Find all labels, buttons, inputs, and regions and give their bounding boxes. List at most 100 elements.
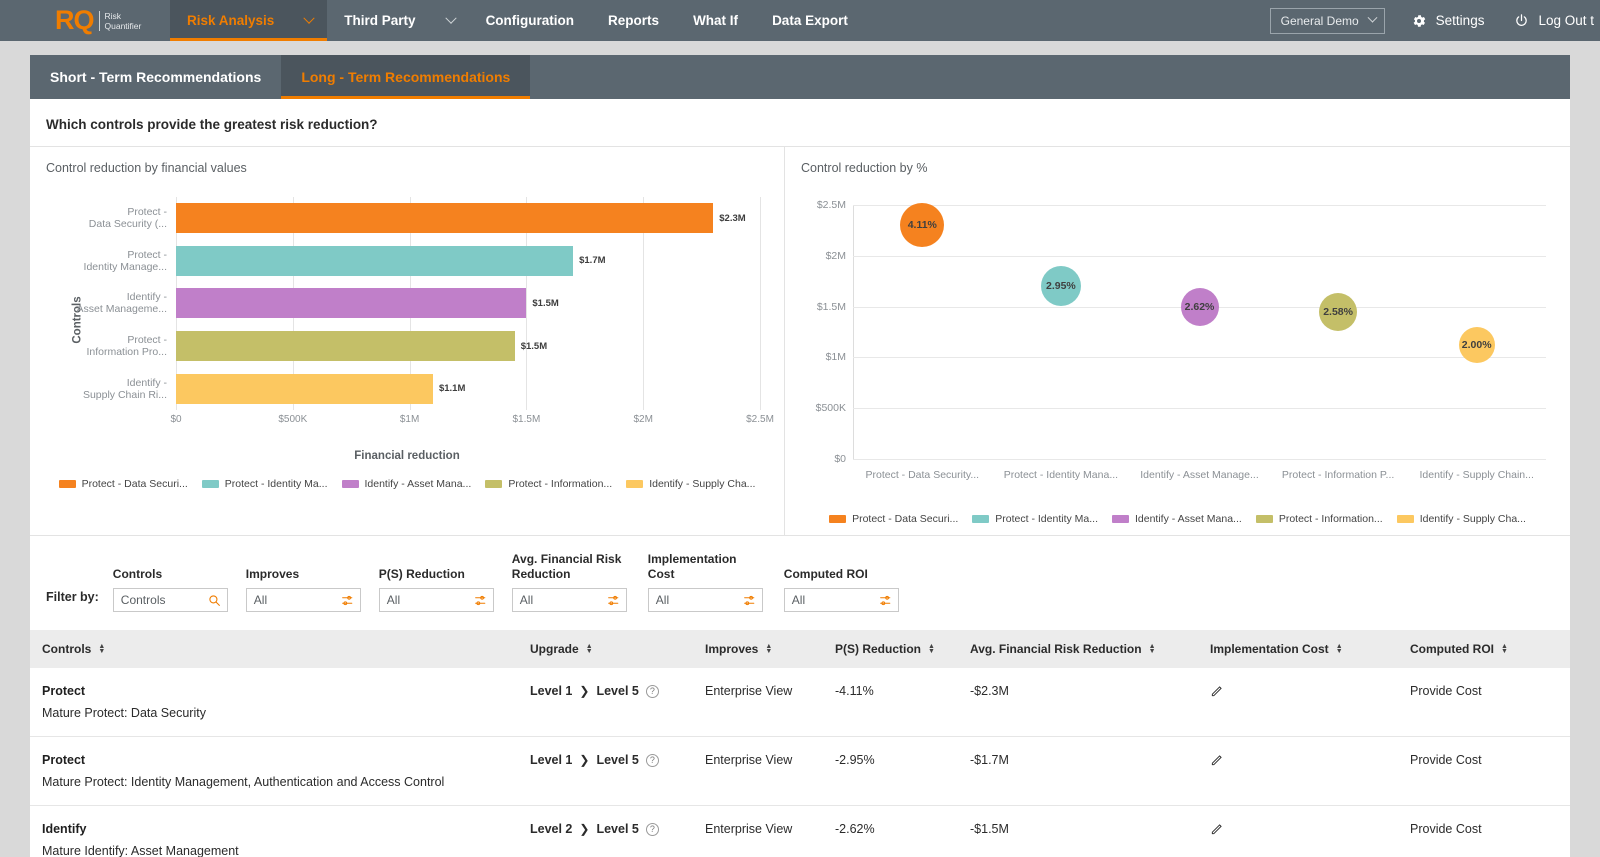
logout-button[interactable]: Log Out t <box>1514 13 1594 28</box>
tab-short-term-recommendations[interactable]: Short - Term Recommendations <box>30 55 281 99</box>
bubble-point[interactable]: 4.11% <box>900 203 945 248</box>
x-axis-category-label: Protect - Data Security... <box>865 469 980 481</box>
filter-input-p-s-reduction[interactable]: All <box>378 588 494 612</box>
filter-value: All <box>519 593 534 607</box>
help-info-icon[interactable]: ? <box>645 822 659 836</box>
bar[interactable] <box>176 373 433 404</box>
edit-pencil-icon[interactable] <box>1210 684 1224 698</box>
bar[interactable] <box>176 203 714 234</box>
bar[interactable] <box>176 331 515 362</box>
nav-item-what-if[interactable]: What If <box>676 0 755 41</box>
table-header-avg-financial-risk-reduction[interactable]: Avg. Financial Risk Reduction ▲ ▼ <box>970 630 1210 668</box>
filter-value: All <box>655 593 670 607</box>
legend-item[interactable]: Protect - Data Securi... <box>829 513 958 525</box>
table-header-implementation-cost[interactable]: Implementation Cost ▲ ▼ <box>1210 630 1410 668</box>
filter-input-computed-roi[interactable]: All <box>783 588 899 612</box>
filter-label: Computed ROI <box>783 567 868 581</box>
filter-sliders-icon <box>474 595 486 605</box>
sort-icon[interactable]: ▲ ▼ <box>1149 643 1156 655</box>
nav-item-data-export[interactable]: Data Export <box>755 0 865 41</box>
bubble-point[interactable]: 2.58% <box>1319 292 1358 331</box>
filter-controls: Controls Controls Improves All P(S) Reductio… <box>112 552 917 612</box>
improves-value: Enterprise View <box>705 684 793 698</box>
nav-dropdown-toggle-1[interactable] <box>433 0 469 41</box>
legend-label: Identify - Supply Cha... <box>649 478 756 490</box>
table-header-improves[interactable]: Improves ▲ ▼ <box>705 630 835 668</box>
tab-long-term-recommendations[interactable]: Long - Term Recommendations <box>281 55 531 99</box>
cell-implementation-cost[interactable] <box>1210 736 1410 806</box>
legend-swatch <box>485 480 503 488</box>
sort-icon[interactable]: ▲ ▼ <box>928 643 935 655</box>
upgrade-to: Level 5 <box>596 684 639 698</box>
cell-improves: Enterprise View <box>705 805 835 857</box>
settings-button[interactable]: Settings <box>1411 13 1484 29</box>
app-logo[interactable]: RQ Risk Quantifier <box>0 0 170 41</box>
legend-item[interactable]: Protect - Identity Ma... <box>972 513 1098 525</box>
improves-value: Enterprise View <box>705 822 793 836</box>
legend-item[interactable]: Protect - Data Securi... <box>58 478 188 490</box>
table-row[interactable]: Protect Mature Protect: Identity Manageme… <box>30 736 1570 806</box>
nav-item-label: Third Party <box>344 13 416 28</box>
sort-icon[interactable]: ▲ ▼ <box>1501 643 1508 655</box>
organization-select[interactable]: General Demo <box>1269 7 1385 34</box>
nav-item-reports[interactable]: Reports <box>591 0 676 41</box>
nav-dropdown-toggle-0[interactable] <box>291 0 328 41</box>
edit-pencil-icon[interactable] <box>1210 753 1224 767</box>
nav-item-configuration[interactable]: Configuration <box>469 0 591 41</box>
logo-subtitle-line1: Risk <box>104 10 122 21</box>
computed-roi-value: Provide Cost <box>1410 684 1482 698</box>
cell-avg-financial-risk-reduction: -$2.3M <box>970 668 1210 737</box>
help-info-icon[interactable]: ? <box>645 753 659 767</box>
nav-item-label: Configuration <box>485 13 575 28</box>
bar-track: $1.7M <box>176 240 760 283</box>
legend-item[interactable]: Identify - Asset Mana... <box>1112 513 1242 525</box>
legend-item[interactable]: Identify - Supply Cha... <box>1396 513 1526 525</box>
financial-reduction-chart: Control reduction by financial values Co… <box>30 147 785 535</box>
legend-item[interactable]: Protect - Information... <box>1255 513 1383 525</box>
sort-icon[interactable]: ▲ ▼ <box>765 643 772 655</box>
column-label: Upgrade <box>530 642 579 656</box>
bubble-chart-y-axis-line <box>853 205 854 459</box>
nav-item-third-party[interactable]: Third Party <box>327 0 432 41</box>
bubble-point[interactable]: 2.62% <box>1180 287 1219 326</box>
cell-implementation-cost[interactable] <box>1210 668 1410 737</box>
filter-input-improves[interactable]: All <box>245 588 361 612</box>
nav-item-risk-analysis[interactable]: Risk Analysis <box>170 0 292 41</box>
sort-icon[interactable]: ▲ ▼ <box>98 643 105 655</box>
legend-swatch <box>1112 515 1129 523</box>
table-header: Controls ▲ ▼ Upgrade ▲ ▼ Improves ▲ ▼ P(S) Reduct… <box>30 630 1570 668</box>
bar[interactable] <box>176 288 527 319</box>
table-header-upgrade[interactable]: Upgrade ▲ ▼ <box>530 630 705 668</box>
cell-implementation-cost[interactable] <box>1210 805 1410 857</box>
bubble-point[interactable]: 2.95% <box>1040 266 1081 307</box>
help-info-icon[interactable]: ? <box>645 684 659 698</box>
table-row[interactable]: Protect Mature Protect: Data Security Leve… <box>30 668 1570 737</box>
column-label: Improves <box>705 642 759 656</box>
filter-input-controls[interactable]: Controls <box>112 588 228 612</box>
sort-icon[interactable]: ▲ ▼ <box>1336 643 1343 655</box>
legend-label: Protect - Information... <box>508 478 613 490</box>
edit-pencil-icon[interactable] <box>1210 822 1224 836</box>
filter-group: Controls Controls <box>112 567 228 612</box>
bar-value-label: $1.5M <box>520 340 548 352</box>
filter-input-avg-financial-risk-reduction[interactable]: All <box>511 588 627 612</box>
bubble-point[interactable]: 2.00% <box>1458 327 1495 364</box>
legend-item[interactable]: Identify - Supply Cha... <box>626 478 755 490</box>
bar[interactable] <box>176 245 574 276</box>
sort-icon[interactable]: ▲ ▼ <box>586 643 593 655</box>
filter-input-implementation-cost[interactable]: All <box>647 588 763 612</box>
recommendations-table: Controls ▲ ▼ Upgrade ▲ ▼ Improves ▲ ▼ P(S) Reduct… <box>30 630 1570 857</box>
legend-item[interactable]: Protect - Information... <box>485 478 612 490</box>
chevron-right-icon: ❯ <box>579 753 590 767</box>
table-row[interactable]: Identify Mature Identify: Asset Managemen… <box>30 805 1570 857</box>
table-header-controls[interactable]: Controls ▲ ▼ <box>30 630 530 668</box>
table-body: Protect Mature Protect: Data Security Leve… <box>30 668 1570 857</box>
upgrade-from: Level 1 <box>530 684 573 698</box>
bar-chart-row: Protect - Identity Manage... $1.7M <box>76 240 760 283</box>
table-header-p-s-reduction[interactable]: P(S) Reduction ▲ ▼ <box>835 630 970 668</box>
legend-item[interactable]: Identify - Asset Mana... <box>341 478 471 490</box>
tab-label: Long - Term Recommendations <box>301 69 511 85</box>
table-header-computed-roi[interactable]: Computed ROI ▲ ▼ <box>1410 630 1570 668</box>
filter-value: All <box>253 593 268 607</box>
legend-item[interactable]: Protect - Identity Ma... <box>201 478 328 490</box>
